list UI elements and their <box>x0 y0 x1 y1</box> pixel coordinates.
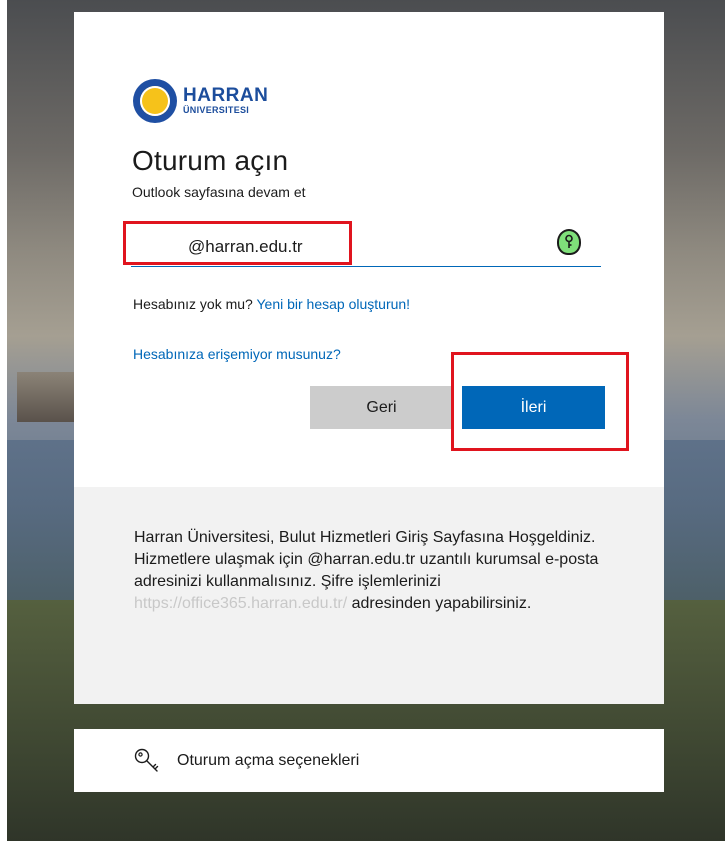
org-name: HARRAN <box>183 85 269 106</box>
back-button[interactable]: Geri <box>310 386 453 429</box>
no-account-row: Hesabınız yok mu? Yeni bir hesap oluştur… <box>133 296 410 312</box>
info-text-end: adresinden yapabilirsiniz. <box>351 595 532 612</box>
signin-card: HARRAN ÜNIVERSITESI Oturum açın Outlook … <box>74 12 664 704</box>
next-button[interactable]: İleri <box>462 386 605 429</box>
key-icon <box>134 748 159 772</box>
background-building <box>17 372 77 422</box>
no-account-text: Hesabınız yok mu? <box>133 296 253 312</box>
org-logo: HARRAN ÜNIVERSITESI <box>133 70 268 132</box>
email-input[interactable] <box>131 227 601 267</box>
university-seal-icon <box>133 79 177 123</box>
page-subtitle: Outlook sayfasına devam et <box>132 184 306 200</box>
create-account-link[interactable]: Yeni bir hesap oluşturun! <box>256 296 410 312</box>
info-text: Harran Üniversitesi, Bulut Hizmetleri Gi… <box>134 527 604 615</box>
key-glyph <box>565 234 573 248</box>
signin-options-label: Oturum açma seçenekleri <box>177 751 360 769</box>
info-panel: Harran Üniversitesi, Bulut Hizmetleri Gi… <box>74 487 664 704</box>
cant-access-link[interactable]: Hesabınıza erişemiyor musunuz? <box>133 346 341 362</box>
signin-options-button[interactable]: Oturum açma seçenekleri <box>74 729 664 792</box>
org-brand: HARRAN ÜNIVERSITESI <box>183 86 268 116</box>
info-text-main: Harran Üniversitesi, Bulut Hizmetleri Gi… <box>134 529 599 590</box>
page-title: Oturum açın <box>132 145 289 176</box>
key-badge-icon[interactable] <box>557 229 581 255</box>
org-subname: ÜNIVERSITESI <box>183 105 250 115</box>
password-url-link[interactable]: https://office365.harran.edu.tr/ <box>134 595 347 612</box>
